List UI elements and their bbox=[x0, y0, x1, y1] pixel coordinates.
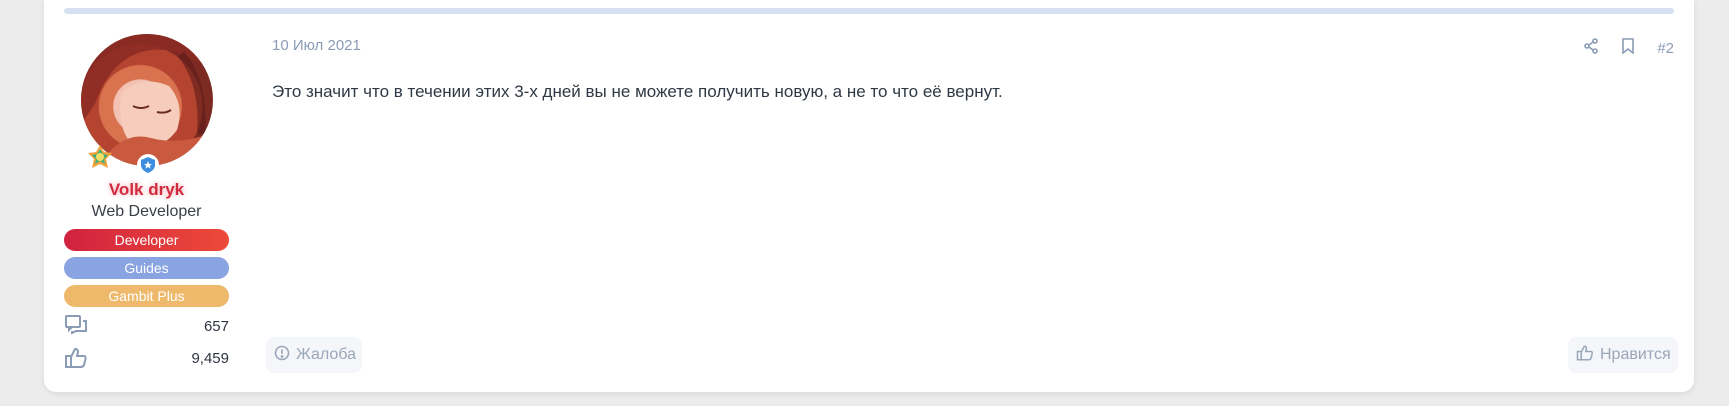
post-message: Это значит что в течении этих 3-х дней в… bbox=[272, 82, 1003, 101]
staff-shield-icon bbox=[136, 154, 159, 176]
post-number[interactable]: #2 bbox=[1657, 40, 1674, 57]
report-label: Жалоба bbox=[296, 346, 356, 363]
badge-gambit-plus: Gambit Plus bbox=[64, 285, 229, 307]
like-icon bbox=[1576, 344, 1594, 367]
username[interactable]: Volk dryk bbox=[64, 180, 229, 200]
avatar-wrap bbox=[80, 34, 213, 176]
stat-messages: 657 bbox=[64, 313, 229, 339]
messages-icon bbox=[64, 314, 88, 338]
reactions-icon bbox=[64, 346, 88, 370]
stat-reactions: 9,459 bbox=[64, 345, 229, 371]
reactions-count: 9,459 bbox=[191, 349, 229, 367]
share-icon[interactable] bbox=[1583, 38, 1599, 58]
divider bbox=[64, 8, 1674, 14]
messages-count: 657 bbox=[203, 317, 229, 335]
author-panel: Volk dryk Web Developer Developer Guides… bbox=[64, 30, 229, 371]
like-button[interactable]: Нравится bbox=[1568, 337, 1678, 373]
report-icon bbox=[274, 345, 290, 366]
badge-guides: Guides bbox=[64, 257, 229, 279]
bookmark-icon[interactable] bbox=[1621, 38, 1635, 58]
award-icon bbox=[87, 144, 113, 170]
report-button[interactable]: Жалоба bbox=[266, 337, 362, 373]
like-label: Нравится bbox=[1600, 346, 1671, 363]
user-title: Web Developer bbox=[91, 203, 202, 220]
post-date[interactable]: 10 Июл 2021 bbox=[272, 37, 361, 54]
badge-developer: Developer bbox=[64, 229, 229, 251]
post-card: Volk dryk Web Developer Developer Guides… bbox=[44, 0, 1694, 392]
post-actions: #2 bbox=[1583, 38, 1674, 58]
